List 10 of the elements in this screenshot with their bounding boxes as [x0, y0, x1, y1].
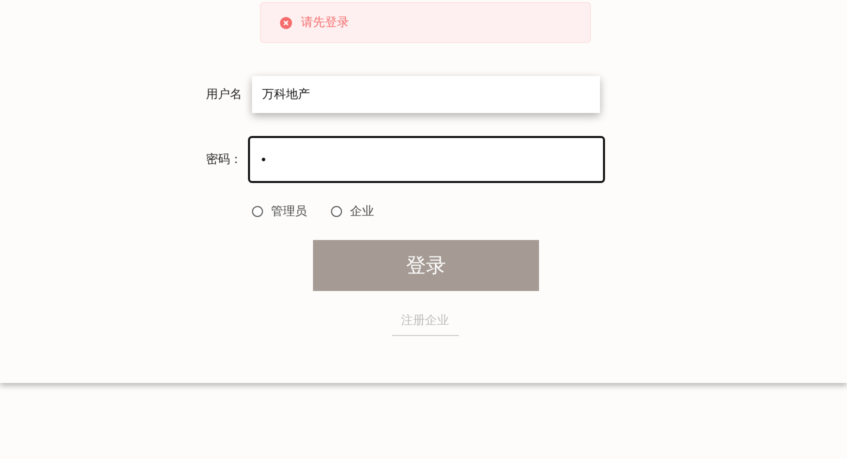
field-label: 用户名: [206, 86, 243, 103]
radio-button[interactable]: [252, 206, 263, 217]
radio-label: 企业: [350, 203, 374, 220]
password-field[interactable]: •: [248, 136, 605, 183]
error-icon: [280, 16, 292, 28]
username-field[interactable]: 万科地产: [252, 76, 600, 113]
toast-message: 请先登录: [301, 14, 349, 31]
field-label: 密码：: [206, 151, 243, 168]
radio-button[interactable]: [331, 206, 342, 217]
radio-label: 管理员: [271, 203, 307, 220]
